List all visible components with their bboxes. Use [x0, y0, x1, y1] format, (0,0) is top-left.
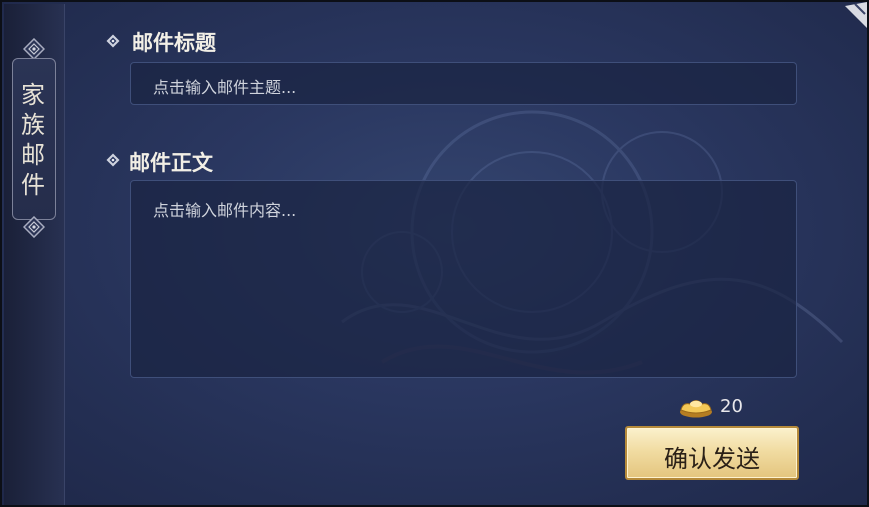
- cost-value: 20: [720, 396, 743, 417]
- body-textarea[interactable]: 点击输入邮件内容...: [130, 180, 797, 378]
- subject-placeholder: 点击输入邮件主题...: [153, 78, 297, 97]
- body-placeholder: 点击输入邮件内容...: [153, 201, 297, 220]
- diamond-bullet-icon: [106, 34, 120, 48]
- diamond-ornament-icon: [23, 216, 45, 238]
- family-mail-window: 家族邮件 邮件标题 点击输入邮件主题... 邮件正文 点击输入邮件内容... 2…: [0, 0, 869, 507]
- subject-title: 邮件标题: [132, 31, 216, 55]
- confirm-send-button[interactable]: 确认发送: [625, 426, 799, 480]
- diamond-ornament-icon: [23, 38, 45, 60]
- subject-input[interactable]: 点击输入邮件主题...: [130, 62, 797, 105]
- confirm-send-label: 确认发送: [664, 445, 760, 473]
- sidebar: 家族邮件: [4, 4, 65, 505]
- close-corner-icon[interactable]: [841, 2, 867, 28]
- tab-family-mail[interactable]: 家族邮件: [10, 38, 58, 238]
- gold-ingot-icon: [680, 400, 712, 418]
- body-title: 邮件正文: [129, 151, 213, 175]
- tab-label: 家族邮件: [21, 81, 45, 199]
- diamond-bullet-icon: [106, 153, 120, 167]
